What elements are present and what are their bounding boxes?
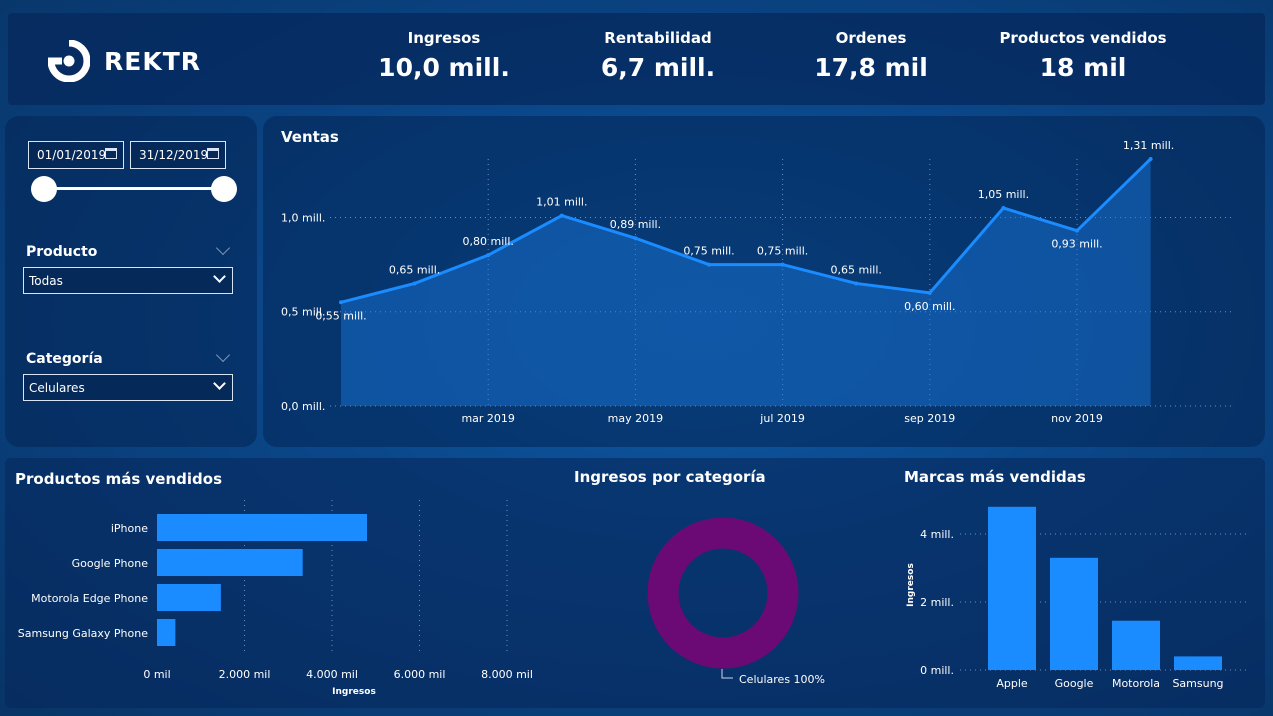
ventas-point bbox=[633, 236, 638, 241]
productos-title: Productos más vendidos bbox=[15, 470, 223, 488]
ventas-point bbox=[707, 262, 711, 267]
ventas-point bbox=[1001, 206, 1006, 211]
ventas-data-label: 0,89 mill. bbox=[610, 218, 661, 231]
x-tick-label: may 2019 bbox=[608, 412, 663, 425]
ventas-data-label: 1,01 mill. bbox=[536, 196, 587, 209]
ventas-data-label: 1,05 mill. bbox=[978, 188, 1029, 201]
x-tick-label: nov 2019 bbox=[1051, 412, 1103, 425]
y-tick-label: 1,0 mill. bbox=[281, 211, 325, 224]
ventas-point bbox=[854, 281, 859, 286]
ventas-data-label: 0,75 mill. bbox=[683, 245, 734, 258]
ventas-point bbox=[1075, 228, 1079, 233]
ventas-point bbox=[780, 262, 785, 267]
ventas-data-label: 1,31 mill. bbox=[1123, 139, 1174, 152]
x-tick-label: sep 2019 bbox=[904, 412, 955, 425]
ventas-data-label: 0,93 mill. bbox=[1051, 238, 1102, 251]
y-tick-label: 0,0 mill. bbox=[281, 400, 325, 413]
ventas-point bbox=[559, 213, 564, 218]
ventas-data-label: 0,55 mill. bbox=[315, 309, 366, 322]
categoria-title: Ingresos por categoría bbox=[574, 468, 766, 486]
ventas-area bbox=[341, 159, 1151, 406]
x-tick-label: mar 2019 bbox=[461, 412, 514, 425]
ventas-point bbox=[1148, 157, 1153, 161]
ventas-data-label: 0,65 mill. bbox=[831, 263, 882, 276]
marcas-title: Marcas más vendidas bbox=[904, 468, 1086, 486]
ventas-data-label: 0,80 mill. bbox=[463, 235, 514, 248]
x-tick-label: jul 2019 bbox=[759, 412, 805, 425]
ventas-data-label: 0,60 mill. bbox=[904, 300, 955, 313]
ventas-point bbox=[486, 253, 491, 258]
ventas-point bbox=[927, 290, 932, 295]
ventas-point bbox=[339, 300, 343, 305]
ventas-point bbox=[412, 281, 417, 286]
ventas-data-label: 0,65 mill. bbox=[389, 263, 440, 276]
bottom-panel bbox=[5, 458, 1265, 708]
ventas-data-label: 0,75 mill. bbox=[757, 245, 808, 258]
